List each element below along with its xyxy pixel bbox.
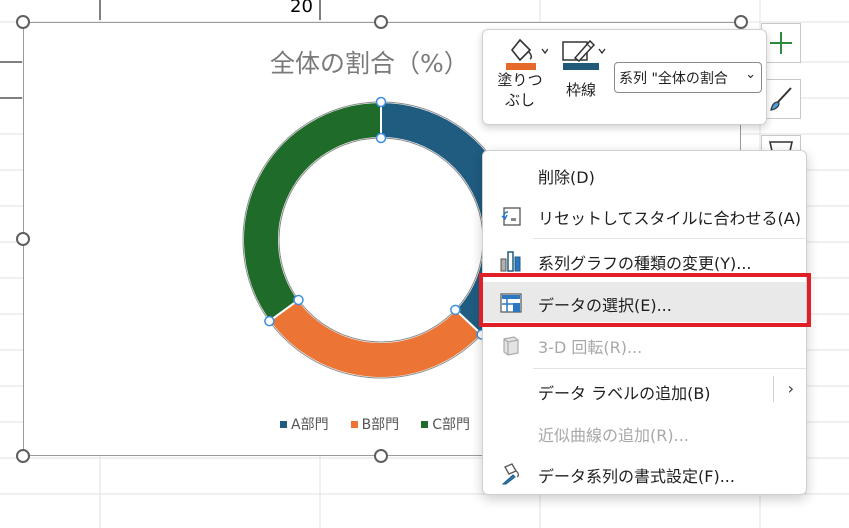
menu-item-add-data-labels-label: データ ラベルの追加(B)	[538, 384, 711, 403]
fill-label-line2: ぶし	[504, 91, 535, 109]
menu-item-3d-rotation[interactable]: 3-D 回転(R)...	[483, 324, 806, 364]
chart-elements-button[interactable]	[761, 23, 801, 63]
legend-item-a: A部門	[280, 414, 329, 434]
format-series-icon	[501, 463, 519, 485]
outline-color-swatch	[563, 63, 599, 70]
menu-item-add-trendline[interactable]: 近似曲線の追加(R)...	[483, 412, 806, 452]
resize-handle-top[interactable]	[374, 15, 388, 29]
legend-label-a: A部門	[291, 417, 329, 433]
menu-item-reset-style[interactable]: リセットしてスタイルに合わせる(A)	[483, 195, 806, 235]
resize-handle-top-left[interactable]	[16, 15, 30, 29]
chevron-down-icon: ⌄	[745, 67, 756, 82]
menu-item-add-data-labels[interactable]: データ ラベルの追加(B) ›	[483, 370, 806, 410]
legend-label-c: C部門	[432, 417, 470, 433]
rotate-3d-icon	[503, 336, 519, 356]
submenu-divider	[773, 376, 774, 402]
menu-item-format-data-series[interactable]: データ系列の書式設定(F)...	[483, 453, 806, 493]
paint-bucket-icon	[506, 38, 548, 70]
fill-color-swatch	[506, 63, 536, 70]
menu-item-delete-label: 削除(D)	[538, 168, 595, 187]
resize-handle-left[interactable]	[16, 232, 30, 246]
resize-handle-bottom[interactable]	[374, 449, 388, 463]
chart-title[interactable]: 全体の割合（%）	[270, 44, 469, 80]
menu-item-3d-rotation-label: 3-D 回転(R)...	[538, 338, 643, 357]
brush-icon	[770, 87, 792, 111]
menu-item-delete[interactable]: 削除(D)	[483, 154, 806, 194]
menu-item-reset-style-label: リセットしてスタイルに合わせる(A)	[538, 209, 801, 228]
menu-separator	[533, 238, 806, 239]
legend-swatch-b	[350, 420, 358, 428]
menu-item-change-chart-type-label: 系列グラフの種類の変更(Y)...	[538, 254, 752, 273]
chevron-right-icon: ›	[787, 379, 794, 398]
outline-button[interactable]: 枠線	[553, 36, 609, 100]
mini-toolbar: 塗りつ ぶし 枠線 系列 "全体の割合 ⌄	[482, 29, 767, 125]
menu-separator	[533, 368, 806, 369]
chart-type-icon	[500, 251, 521, 272]
legend-label-b: B部門	[361, 417, 400, 433]
reset-style-icon	[501, 207, 521, 226]
cell-value[interactable]: 20	[290, 0, 313, 17]
legend-item-b: B部門	[350, 414, 400, 434]
menu-item-format-data-series-label: データ系列の書式設定(F)...	[538, 467, 735, 486]
chart-legend[interactable]: A部門 B部門 C部門	[280, 414, 470, 434]
fill-label-line1: 塗りつ	[497, 71, 543, 89]
legend-swatch-a	[280, 420, 287, 428]
pencil-outline-icon	[562, 39, 606, 70]
legend-swatch-c	[421, 420, 429, 428]
series-select-value: 系列 "全体の割合	[619, 71, 728, 87]
legend-item-c: C部門	[421, 414, 470, 434]
highlight-box	[479, 273, 811, 327]
menu-item-add-trendline-label: 近似曲線の追加(R)...	[538, 426, 689, 445]
resize-handle-bottom-left[interactable]	[16, 449, 30, 463]
fill-button[interactable]: 塗りつ ぶし	[491, 36, 549, 110]
series-select[interactable]: 系列 "全体の割合 ⌄	[614, 62, 762, 93]
outline-label: 枠線	[565, 81, 596, 99]
plus-icon	[770, 32, 792, 54]
resize-handle-top-right[interactable]	[734, 15, 748, 29]
chart-styles-button[interactable]	[761, 79, 801, 119]
